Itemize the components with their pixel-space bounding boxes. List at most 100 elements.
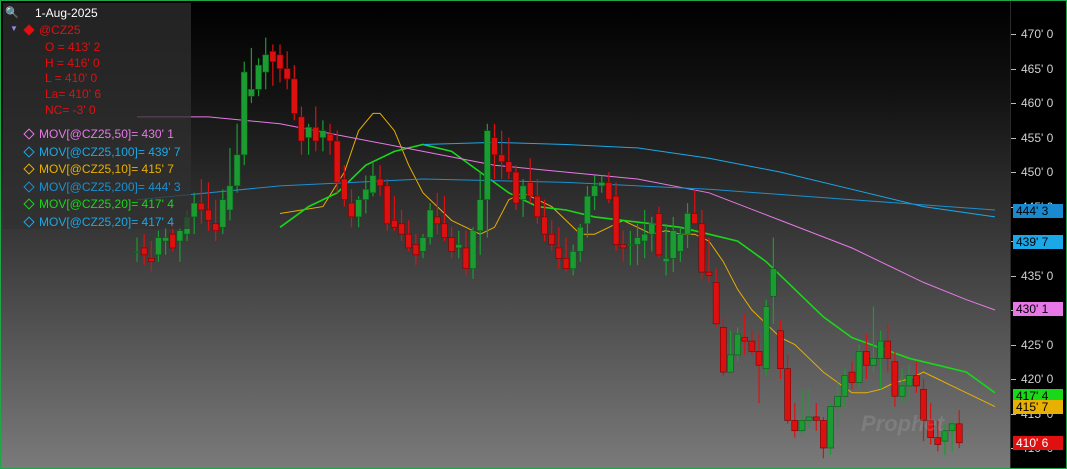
candle-body: [684, 213, 691, 235]
candle-body: [934, 437, 942, 445]
candle-body: [741, 337, 749, 342]
candle-body: [755, 351, 763, 366]
ohlc-row: O = 413' 2: [45, 40, 101, 54]
study-row[interactable]: MOV[@CZ25,50]= 430' 1: [23, 127, 174, 141]
candle: [441, 196, 448, 242]
candle-body: [791, 420, 799, 432]
candle-body: [341, 178, 348, 200]
candle: [155, 230, 162, 262]
study-row[interactable]: MOV[@CZ25,20]= 417' 4: [23, 197, 174, 211]
candle: [205, 182, 212, 231]
candle-body: [820, 420, 827, 449]
candle-body: [913, 375, 920, 387]
candle-body: [555, 247, 563, 259]
candle-body: [262, 54, 270, 73]
candle-body: [133, 251, 141, 253]
study-row[interactable]: MOV[@CZ25,100]= 439' 7: [23, 144, 181, 159]
study-row[interactable]: MOV[@CZ25,200]= 444' 3: [23, 180, 181, 194]
candle: [891, 351, 899, 407]
candle-body: [562, 257, 570, 269]
candle-body: [584, 195, 591, 225]
candle-body: [505, 161, 513, 173]
candle-body: [355, 199, 362, 218]
y-tick-label: 450' 0: [1021, 165, 1054, 180]
study-row[interactable]: MOV[@CZ25,10]= 415' 7: [23, 162, 174, 176]
candle: [484, 123, 491, 238]
candle-body: [426, 209, 434, 238]
diamond-icon: [23, 180, 35, 193]
candle-body: [734, 333, 741, 356]
candle: [405, 220, 413, 252]
candle-body: [190, 202, 198, 218]
candle-body: [812, 416, 820, 421]
candle: [612, 182, 620, 252]
candle-body: [727, 354, 734, 373]
candle: [469, 227, 477, 279]
candle: [834, 382, 842, 428]
symbol-row[interactable]: @CZ25: [23, 23, 81, 37]
candle: [140, 234, 148, 266]
collapse-arrow-icon[interactable]: ▼: [10, 22, 18, 36]
study-label: MOV[@CZ25,20]= 417' 4: [39, 197, 174, 211]
candle-body: [362, 189, 370, 200]
y-tick-mark: [1011, 103, 1016, 105]
magnifier-icon[interactable]: 🔍: [5, 6, 19, 20]
candle-body: [455, 244, 463, 249]
candle-body: [219, 199, 227, 228]
candle: [784, 354, 791, 424]
candle-body: [641, 233, 648, 242]
y-tick-mark: [1011, 172, 1016, 174]
candle-body: [677, 233, 684, 252]
candle-body: [948, 423, 956, 432]
candle: [276, 44, 284, 83]
candle-body: [155, 237, 162, 256]
candle: [326, 123, 334, 155]
candle-body: [619, 244, 627, 249]
candle: [648, 216, 656, 252]
candle: [298, 106, 305, 155]
candle-body: [848, 371, 856, 383]
candle-body: [498, 154, 505, 163]
candle: [526, 158, 534, 204]
candle: [198, 178, 205, 224]
moving-average-line-4: [136, 178, 996, 211]
candle-body: [383, 185, 391, 225]
candle: [641, 210, 648, 259]
candle-body: [884, 340, 892, 359]
candle-body: [240, 71, 248, 156]
candle: [791, 403, 799, 438]
candle: [176, 227, 184, 262]
candle: [634, 223, 641, 266]
candle: [898, 368, 906, 404]
candle-body: [712, 282, 720, 325]
chart-window: 🔍 1-Aug-2025 ▼ @CZ25 O = 413' 2H = 416' …: [0, 0, 1067, 469]
study-row[interactable]: MOV[@CZ25,20]= 417' 4: [23, 215, 174, 229]
candle-body: [276, 54, 284, 69]
candle: [391, 196, 398, 231]
candle: [462, 230, 470, 276]
candle-body: [612, 195, 620, 245]
candle-body: [569, 251, 577, 269]
candle-body: [777, 330, 784, 369]
candle-body: [484, 130, 491, 200]
y-tick-mark: [1011, 379, 1016, 380]
candle: [591, 175, 598, 211]
candle-body: [634, 237, 641, 245]
candle: [805, 389, 813, 428]
candle: [576, 223, 584, 262]
candle: [548, 220, 556, 252]
candle: [398, 210, 405, 242]
candle: [262, 37, 270, 90]
candle: [748, 330, 756, 355]
candle-body: [648, 223, 656, 235]
candle: [226, 147, 234, 221]
candle: [719, 316, 727, 376]
candle: [877, 330, 884, 390]
candle: [519, 178, 527, 217]
candle-body: [326, 133, 334, 142]
candle-body: [655, 213, 663, 256]
study-label: MOV[@CZ25,100]= 439' 7: [39, 144, 181, 159]
candle: [669, 216, 677, 273]
candle: [598, 175, 606, 193]
diamond-icon: [23, 198, 35, 210]
